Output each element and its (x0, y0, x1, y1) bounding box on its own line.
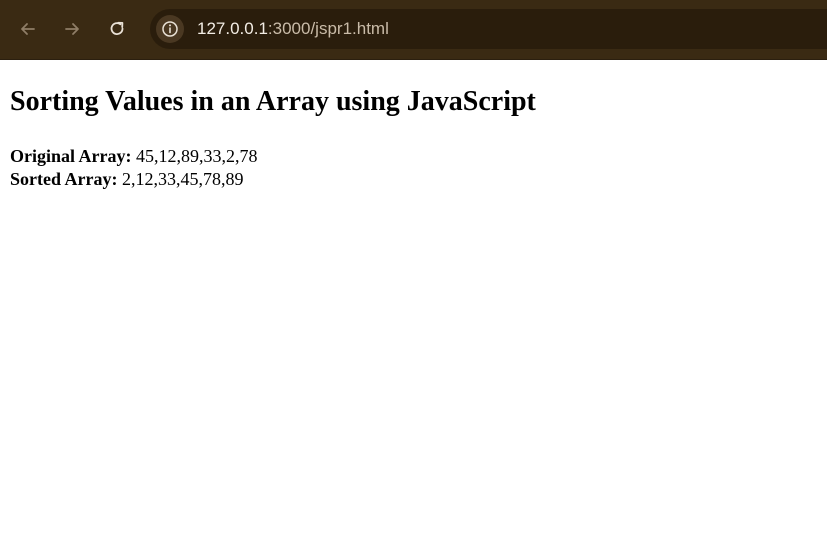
sorted-array-values: 2,12,33,45,78,89 (121, 169, 244, 189)
address-bar[interactable]: 127.0.0.1:3000/jspr1.html (150, 9, 827, 49)
arrow-left-icon (21, 23, 35, 35)
original-array-line: Original Array: 45,12,89,33,2,78 (10, 145, 257, 167)
url-text[interactable]: 127.0.0.1:3000/jspr1.html (197, 19, 389, 39)
forward-button[interactable] (57, 14, 87, 44)
original-array-values: 45,12,89,33,2,78 (135, 146, 258, 166)
browser-toolbar: 127.0.0.1:3000/jspr1.html (0, 0, 827, 60)
site-info-button[interactable] (156, 15, 184, 43)
arrow-right-icon (65, 23, 79, 35)
reload-icon (110, 21, 124, 35)
sorted-array-label: Sorted Array: (10, 169, 118, 189)
info-icon (162, 21, 178, 37)
url-host: 127.0.0.1 (197, 19, 268, 38)
reload-button[interactable] (102, 14, 132, 44)
url-path: :3000/jspr1.html (267, 19, 389, 38)
back-button[interactable] (13, 14, 43, 44)
page-title: Sorting Values in an Array using JavaScr… (10, 86, 536, 117)
sorted-array-line: Sorted Array: 2,12,33,45,78,89 (10, 168, 243, 190)
page-content: Sorting Values in an Array using JavaScr… (0, 60, 827, 542)
original-array-label: Original Array: (10, 146, 132, 166)
